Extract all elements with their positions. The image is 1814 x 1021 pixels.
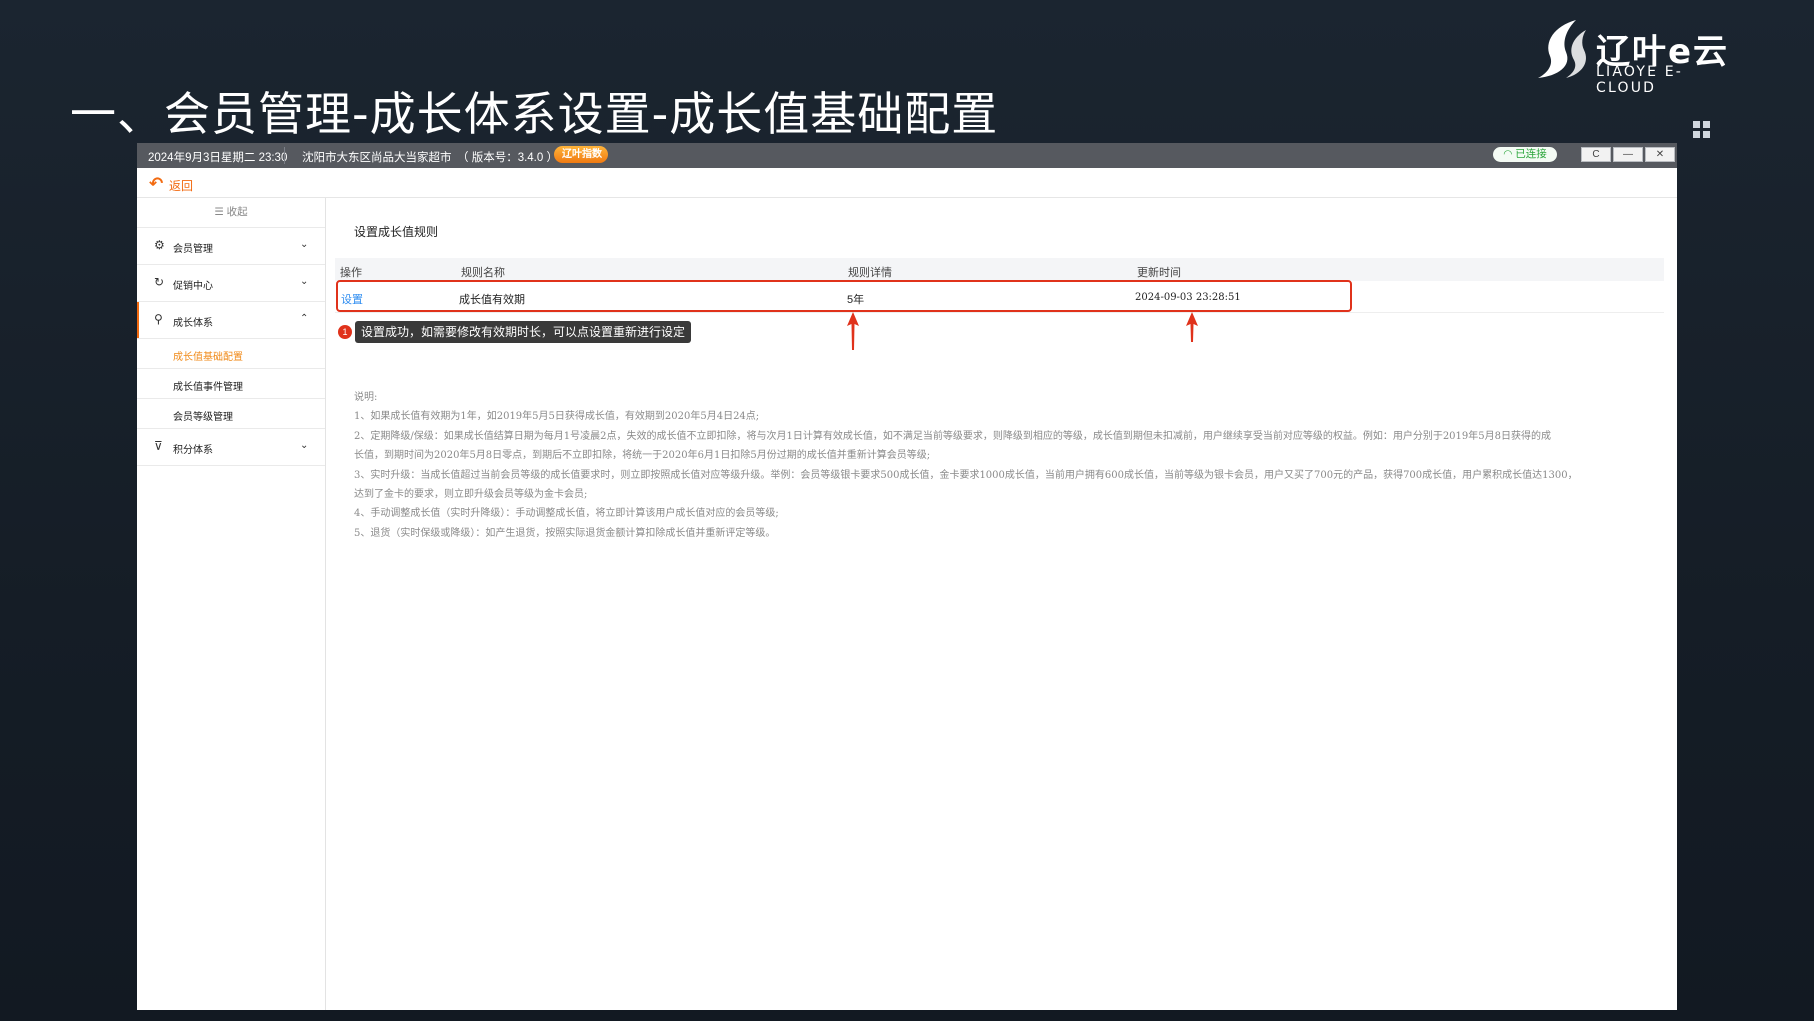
sidebar-item-growth-system[interactable]: ⚲ 成长体系 ⌃	[137, 302, 325, 339]
notes-title: 说明:	[354, 392, 378, 403]
chevron-down-icon: ⌄	[300, 276, 309, 287]
sidebar-collapse-button[interactable]: ☰ 收起	[137, 198, 325, 228]
growth-icon: ⚲	[154, 312, 163, 326]
row-highlight-box	[336, 280, 1352, 312]
notes-line: 4、手动调整成长值（实时升降级）：手动调整成长值，将立即计算该用户成长值对应的会…	[354, 508, 779, 520]
store-name: 沈阳市大东区尚品大当家超市	[302, 152, 452, 164]
back-button[interactable]: 返回	[169, 177, 193, 194]
badge-label: 辽叶指数	[562, 149, 602, 160]
column-header-rule-name: 规则名称	[461, 267, 505, 279]
version-label: （ 版本号：3.4.0 ）	[457, 152, 558, 164]
slide-title: 一、会员管理-成长体系设置-成长值基础配置	[70, 87, 999, 141]
sidebar-subitem-label: 成长值基础配置	[173, 352, 243, 363]
notes-line: 2、定期降级/保级：如果成长值结算日期为每月1号凌晨2点，失效的成长值不立即扣除…	[354, 430, 1551, 442]
table-header: 操作 规则名称 规则详情 更新时间	[335, 258, 1664, 281]
refresh-button[interactable]: C	[1581, 147, 1611, 162]
sidebar-subitem-growth-basic-config[interactable]: 成长值基础配置	[137, 339, 325, 369]
annotation-text: 设置成功，如需要修改有效期时长，可以点设置重新进行设定	[355, 321, 692, 343]
close-button[interactable]: ✕	[1645, 147, 1675, 162]
notes-line: 5、退货（实时保级或降级）：如产生退货，按照实际退货金额计算扣除成长值并重新评定…	[354, 527, 776, 539]
back-arrow-icon[interactable]: ↶	[149, 174, 163, 194]
notes-line: 1、如果成长值有效期为1年，如2019年5月5日获得成长值，有效期到2020年5…	[354, 411, 760, 423]
arrow-up-icon	[847, 312, 859, 350]
gear-icon: ⚙	[154, 238, 165, 252]
sidebar-item-label: 会员管理	[173, 244, 213, 255]
arrow-up-icon	[1186, 312, 1198, 342]
sidebar-item-promotion-center[interactable]: ↻ 促销中心 ⌄	[137, 265, 325, 302]
app-window: 2024年9月3日星期二 23:30 沈阳市大东区尚品大当家超市 （ 版本号：3…	[137, 143, 1677, 1010]
sidebar-subitem-member-level-management[interactable]: 会员等级管理	[137, 399, 325, 429]
chevron-down-icon: ⌄	[300, 239, 309, 250]
liaoye-index-badge[interactable]: 辽叶指数	[554, 146, 608, 163]
wifi-icon: ◠	[1503, 148, 1516, 160]
sidebar-subitem-label: 会员等级管理	[173, 412, 233, 423]
logo-mark-icon	[1538, 20, 1586, 78]
annotation-number-badge: 1	[338, 325, 352, 339]
datetime-label: 2024年9月3日星期二 23:30	[148, 152, 288, 164]
sidebar: ☰ 收起 ⚙ 会员管理 ⌄ ↻ 促销中心 ⌄ ⚲ 成长体系 ⌃ 成长值基础配置 …	[137, 198, 326, 1010]
sidebar-subitem-growth-event-management[interactable]: 成长值事件管理	[137, 369, 325, 399]
sidebar-item-label: 成长体系	[173, 318, 213, 329]
connection-label: 已连接	[1515, 148, 1547, 160]
sidebar-item-label: 促销中心	[173, 281, 213, 292]
title-bar: 2024年9月3日星期二 23:30 沈阳市大东区尚品大当家超市 （ 版本号：3…	[137, 143, 1677, 168]
chevron-up-icon: ⌃	[300, 313, 309, 324]
notes-line: 达到了金卡的要求，则立即升级会员等级为金卡会员;	[354, 489, 588, 501]
page-title: 设置成长值规则	[354, 225, 439, 239]
column-header-rule-detail: 规则详情	[848, 267, 892, 279]
divider	[284, 147, 285, 164]
active-indicator	[137, 302, 139, 338]
grid-menu-icon[interactable]	[1693, 121, 1711, 139]
chevron-down-icon: ⌄	[300, 440, 309, 451]
notes-line: 3、实时升级：当成长值超过当前会员等级的成长值要求时，则立即按照成长值对应等级升…	[354, 469, 1578, 481]
filter-icon: ⊽	[154, 439, 163, 453]
sidebar-item-label: 积分体系	[173, 445, 213, 456]
refresh-icon: ↻	[154, 275, 165, 289]
sidebar-item-points-system[interactable]: ⊽ 积分体系 ⌄	[137, 429, 325, 466]
brand-logo: 辽叶e云 LIAOYE E-CLOUD	[1536, 16, 1736, 96]
minimize-button[interactable]: —	[1613, 147, 1643, 162]
back-bar: ↶ 返回	[137, 168, 1677, 198]
logo-subtitle: LIAOYE E-CLOUD	[1596, 64, 1684, 96]
column-header-updated-time: 更新时间	[1137, 267, 1181, 279]
sidebar-subitem-label: 成长值事件管理	[173, 382, 243, 393]
connection-status: ◠ 已连接	[1493, 147, 1557, 162]
notes-block: 说明: 1、如果成长值有效期为1年，如2019年5月5日获得成长值，有效期到20…	[354, 388, 1654, 543]
sidebar-item-member-management[interactable]: ⚙ 会员管理 ⌄	[137, 228, 325, 265]
column-header-action: 操作	[340, 267, 362, 279]
notes-line: 长值，到期时间为2020年5月8日零点，到期后不立即扣除，将统一于2020年6月…	[354, 450, 931, 462]
